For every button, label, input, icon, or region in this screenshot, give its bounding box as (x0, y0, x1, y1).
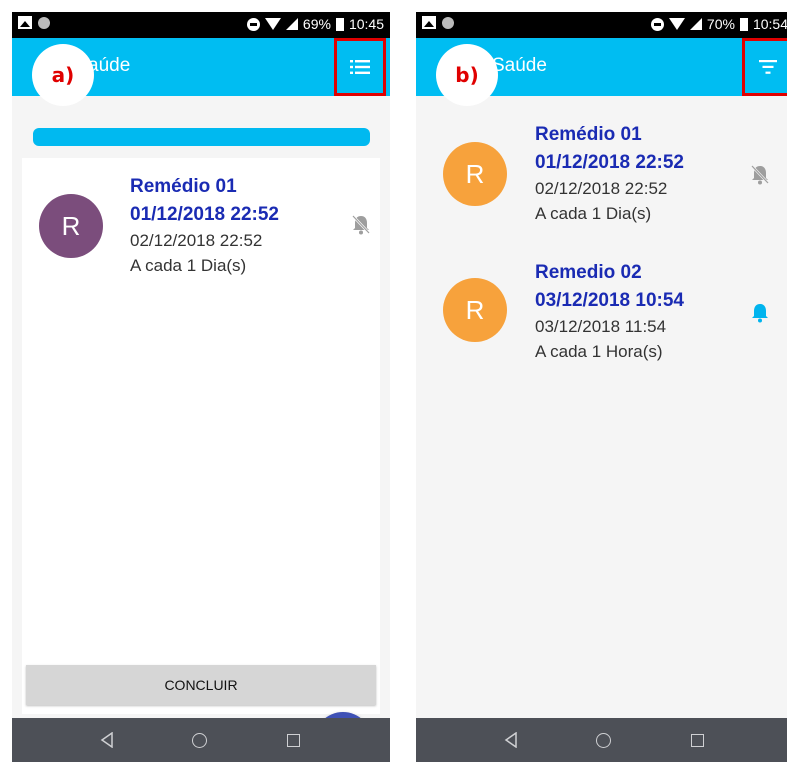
system-nav-bar (416, 718, 787, 762)
medicine-list-card: R Remédio 01 01/12/2018 22:52 02/12/2018… (22, 158, 380, 762)
medicine-name: Remédio 01 (535, 124, 642, 145)
clock: 10:54 (752, 16, 787, 32)
signal-icon (285, 18, 298, 30)
avatar: R (443, 142, 507, 206)
next-dose: 02/12/2018 22:52 (535, 179, 668, 198)
status-bar: 70% 10:54 (416, 12, 787, 38)
recent-apps-icon[interactable] (287, 734, 300, 747)
list-icon (350, 60, 370, 74)
filter-icon (759, 60, 777, 74)
medicine-name: Remédio 01 (130, 176, 237, 197)
bell-off-icon[interactable] (351, 214, 371, 236)
list-item[interactable]: R Remedio 02 03/12/2018 10:54 03/12/2018… (416, 260, 787, 380)
progress-bar (33, 128, 370, 146)
home-icon[interactable] (192, 733, 207, 748)
bell-off-icon[interactable] (750, 164, 770, 186)
app-notification-icon (442, 16, 454, 29)
bell-on-icon[interactable] (750, 302, 770, 324)
back-icon[interactable] (100, 732, 114, 748)
battery-percent: 69% (302, 16, 331, 32)
home-icon[interactable] (596, 733, 611, 748)
app-notification-icon (38, 16, 50, 29)
filter-button[interactable] (742, 38, 787, 96)
panel-label: a) (32, 44, 94, 106)
frequency: A cada 1 Dia(s) (130, 256, 247, 275)
avatar: R (39, 194, 103, 258)
list-item[interactable]: R Remédio 01 01/12/2018 22:52 02/12/2018… (416, 120, 787, 240)
do-not-disturb-icon (246, 17, 260, 31)
back-icon[interactable] (504, 732, 518, 748)
do-not-disturb-icon (650, 17, 664, 31)
image-notification-icon (18, 16, 32, 29)
app-title: aúde (88, 55, 131, 76)
frequency: A cada 1 Dia(s) (535, 204, 652, 223)
wifi-icon (264, 18, 281, 30)
next-dose: 03/12/2018 11:54 (535, 317, 667, 336)
panel-label: b) (436, 44, 498, 106)
frequency: A cada 1 Hora(s) (535, 342, 663, 361)
avatar: R (443, 278, 507, 342)
recent-apps-icon[interactable] (691, 734, 704, 747)
list-item[interactable]: R Remédio 01 01/12/2018 22:52 02/12/2018… (22, 158, 380, 288)
screen-b: 70% 10:54 Saúde b) R Remédio 01 01/12/20… (416, 12, 787, 762)
medicine-time: 03/12/2018 10:54 (535, 290, 684, 311)
battery-icon (335, 17, 344, 31)
medicine-time: 01/12/2018 22:52 (130, 204, 279, 225)
clock: 10:45 (348, 16, 384, 32)
app-title: Saúde (492, 55, 547, 76)
wifi-icon (668, 18, 685, 30)
medicine-time: 01/12/2018 22:52 (535, 152, 684, 173)
medicine-name: Remedio 02 (535, 262, 642, 283)
battery-icon (739, 17, 748, 31)
battery-percent: 70% (706, 16, 735, 32)
screen-a: 69% 10:45 aúde a) R Remédio 01 01/12/201… (12, 12, 390, 762)
system-nav-bar (12, 718, 390, 762)
next-dose: 02/12/2018 22:52 (130, 231, 263, 250)
concluir-button[interactable]: CONCLUIR (26, 665, 376, 705)
status-bar: 69% 10:45 (12, 12, 390, 38)
image-notification-icon (422, 16, 436, 29)
signal-icon (689, 18, 702, 30)
list-view-button[interactable] (334, 38, 386, 96)
